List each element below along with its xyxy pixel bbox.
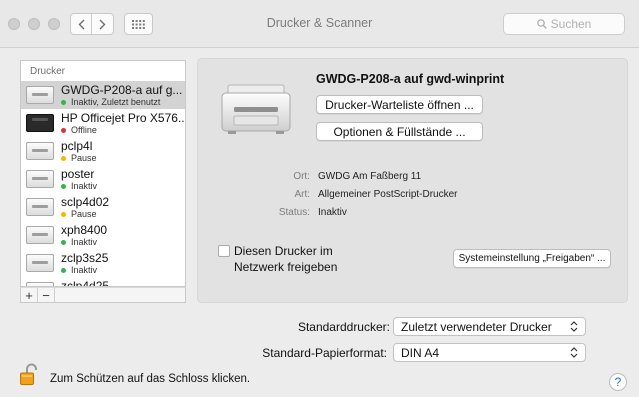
printer-icon <box>26 254 54 272</box>
lock-icon[interactable] <box>20 363 37 385</box>
printer-icon <box>26 170 54 188</box>
printer-icon <box>26 226 54 244</box>
lock-instruction-text: Zum Schützen auf das Schloss klicken. <box>50 373 251 385</box>
remove-printer-button[interactable]: − <box>38 288 55 302</box>
printer-item-pclp4l[interactable]: pclp4l Pause <box>21 137 185 165</box>
printer-icon <box>26 142 54 160</box>
status-dot-icon <box>61 239 66 245</box>
printer-name: zclp3s25 <box>61 251 109 265</box>
printer-item-gwdg-p208-a[interactable]: GWDG-P208-a auf g... Inaktiv, Zuletzt be… <box>21 81 185 109</box>
paper-format-select[interactable]: DIN A4 <box>393 343 586 362</box>
paper-format-value: DIN A4 <box>401 346 440 360</box>
printer-icon <box>26 86 54 104</box>
printer-name: zclp4d25 <box>61 279 110 287</box>
search-field[interactable]: Suchen <box>503 13 625 35</box>
printer-status: Pause <box>71 209 97 219</box>
default-printer-value: Zuletzt verwendeter Drucker <box>401 320 552 334</box>
updown-arrows-icon <box>570 321 578 332</box>
location-label: Ort: <box>293 171 310 182</box>
options-supplies-button[interactable]: Optionen & Füllstände ... <box>316 122 483 141</box>
share-printer-label-line2: Netzwerk freigeben <box>234 260 338 274</box>
printer-item-zclp3s25[interactable]: zclp3s25 Inaktiv <box>21 249 185 277</box>
printer-status: Offline <box>71 125 97 135</box>
printer-status: Pause <box>71 153 97 163</box>
printer-item-poster[interactable]: poster Inaktiv <box>21 165 185 193</box>
printer-list-header: Drucker <box>30 66 66 77</box>
sharing-preferences-button[interactable]: Systemeinstellung „Freigaben“ ... <box>453 249 611 268</box>
printer-item-sclp4d02[interactable]: sclp4d02 Pause <box>21 193 185 221</box>
printer-item-xph8400[interactable]: xph8400 Inaktiv <box>21 221 185 249</box>
search-placeholder: Suchen <box>550 17 592 31</box>
share-printer-label[interactable]: Diesen Drucker im Netzwerk freigeben <box>234 243 337 275</box>
printer-large-icon <box>221 84 291 134</box>
status-dot-icon <box>61 127 66 133</box>
kind-value: Allgemeiner PostScript-Drucker <box>318 189 458 200</box>
paper-format-label: Standard-Papierformat: <box>262 346 387 360</box>
status-label: Status: <box>278 207 310 218</box>
share-printer-checkbox[interactable] <box>218 245 230 257</box>
status-dot-icon <box>61 99 66 105</box>
printer-status: Inaktiv <box>71 181 98 191</box>
status-dot-icon <box>61 267 66 273</box>
open-print-queue-button[interactable]: Drucker-Warteliste öffnen ... <box>316 95 483 114</box>
status-value: Inaktiv <box>318 207 347 218</box>
printer-name: xph8400 <box>61 223 108 237</box>
printer-detail-panel: GWDG-P208-a auf gwd-winprint Drucker-War… <box>197 58 628 303</box>
printer-name: GWDG-P208-a auf g... <box>61 83 183 97</box>
share-printer-label-line1: Diesen Drucker im <box>234 244 333 258</box>
printer-list[interactable]: Drucker GWDG-P208-a auf g... Inaktiv, Zu… <box>20 60 186 287</box>
printer-title: GWDG-P208-a auf gwd-winprint <box>316 72 505 86</box>
printer-status: Inaktiv <box>71 265 98 275</box>
title-bar: Drucker & Scanner Suchen <box>0 0 639 48</box>
printer-item-hp-officejet[interactable]: HP Officejet Pro X576... Offline <box>21 109 185 137</box>
search-icon <box>536 19 547 29</box>
kind-label: Art: <box>294 189 310 200</box>
help-button[interactable]: ? <box>609 373 627 391</box>
status-dot-icon <box>61 155 66 161</box>
printer-status: Inaktiv <box>71 237 98 247</box>
printer-item-zclp4d25[interactable]: zclp4d25 <box>21 277 185 287</box>
printer-status: Inaktiv, Zuletzt benutzt <box>71 97 161 107</box>
printer-name: pclp4l <box>61 139 93 153</box>
status-dot-icon <box>61 211 66 217</box>
printer-name: sclp4d02 <box>61 195 110 209</box>
location-value: GWDG Am Faßberg 11 <box>318 171 422 182</box>
add-printer-button[interactable]: + <box>21 288 38 302</box>
printer-icon <box>26 198 54 216</box>
default-printer-label: Standarddrucker: <box>297 320 390 334</box>
default-printer-select[interactable]: Zuletzt verwendeter Drucker <box>393 317 586 336</box>
updown-arrows-icon <box>570 347 578 358</box>
printer-name: poster <box>61 167 95 181</box>
add-remove-bar: + − <box>20 287 186 303</box>
status-dot-icon <box>61 183 66 189</box>
printer-icon <box>26 114 54 132</box>
printer-name: HP Officejet Pro X576... <box>61 111 185 125</box>
